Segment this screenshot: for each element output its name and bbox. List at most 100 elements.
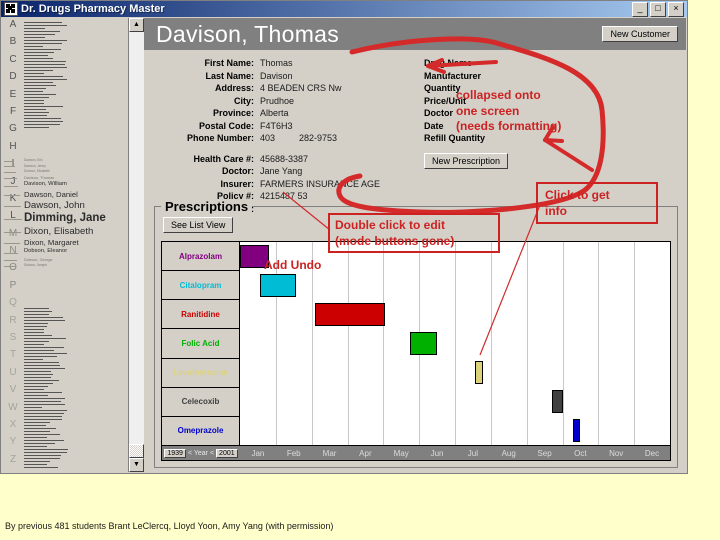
field-value[interactable]: Jane Yang [260, 165, 414, 178]
phone-number[interactable]: 282-9753 [299, 132, 337, 145]
fisheye-compressed-row[interactable] [24, 344, 44, 345]
gantt-bar-omeprazole[interactable] [573, 419, 579, 441]
fisheye-compressed-row[interactable] [24, 452, 67, 453]
vertical-scrollbar[interactable]: ▲ ▼ [128, 18, 144, 472]
field-value[interactable]: Davison [260, 70, 414, 83]
fisheye-compressed-row[interactable] [24, 70, 53, 71]
fisheye-compressed-row[interactable] [24, 350, 54, 351]
field-value[interactable]: 45688-3387 [260, 153, 414, 166]
year-max-box[interactable]: 2001 [216, 449, 238, 458]
fisheye-compressed-row[interactable] [24, 320, 65, 321]
alphabet-letter-g[interactable]: G [2, 124, 24, 141]
fisheye-compressed-row[interactable] [24, 326, 47, 327]
fisheye-compressed-row[interactable] [24, 410, 67, 411]
gantt-category-folic-acid[interactable]: Folic Acid [162, 329, 239, 358]
fisheye-compressed-row[interactable] [24, 94, 56, 95]
gantt-time-axis[interactable]: 1939 < Year < 2001 Jan Feb Mar Apr May Jun Jul… [161, 446, 671, 461]
new-customer-button[interactable]: New Customer [602, 26, 678, 42]
patient-fisheye-list[interactable]: Dimming, Jane Dawson, John Dawson, Daniel D… [24, 18, 128, 472]
fisheye-compressed-row[interactable] [24, 308, 49, 309]
fisheye-compressed-row[interactable] [24, 356, 57, 357]
field-value[interactable]: 4 BEADEN CRS Nw [260, 82, 414, 95]
fisheye-compressed-row[interactable] [24, 109, 46, 110]
scroll-up-button[interactable]: ▲ [129, 18, 144, 32]
list-item[interactable]: Dobson, Elizabeth [24, 170, 50, 173]
fisheye-compressed-row[interactable] [24, 446, 47, 447]
fisheye-compressed-row[interactable] [24, 386, 48, 387]
fisheye-compressed-row[interactable] [24, 97, 49, 98]
list-item[interactable]: Dawson, Jenny [24, 165, 46, 168]
fisheye-compressed-row[interactable] [24, 43, 62, 44]
alphabet-index[interactable]: ABCDEFGHIJKLMNOPQRSTUVWXYZ [2, 18, 24, 472]
fisheye-compressed-row[interactable] [24, 37, 45, 38]
fisheye-compressed-row[interactable] [24, 127, 49, 128]
fisheye-compressed-row[interactable] [24, 359, 43, 360]
see-list-view-button[interactable]: See List View [163, 217, 233, 233]
fisheye-compressed-row[interactable] [24, 395, 48, 396]
fisheye-compressed-row[interactable] [24, 317, 63, 318]
alphabet-letter-q[interactable]: Q [2, 298, 24, 315]
fisheye-compressed-row[interactable] [24, 64, 65, 65]
alphabet-letter-t[interactable]: T [2, 350, 24, 367]
fisheye-compressed-row[interactable] [24, 103, 44, 104]
fisheye-compressed-row[interactable] [24, 380, 59, 381]
prescription-gantt-chart[interactable]: Alprazolam Citalopram Ranitidine Folic Acid… [161, 241, 671, 461]
year-min-box[interactable]: 1939 [164, 449, 186, 458]
alphabet-letter-h[interactable]: H [2, 142, 24, 159]
fisheye-compressed-row[interactable] [24, 404, 65, 405]
alphabet-letter-v[interactable]: V [2, 385, 24, 402]
alphabet-letter-f[interactable]: F [2, 107, 24, 124]
fisheye-compressed-row[interactable] [24, 118, 61, 119]
minimize-button[interactable]: _ [632, 2, 648, 17]
scroll-down-button[interactable]: ▼ [129, 458, 144, 472]
alphabet-letter-e[interactable]: E [2, 90, 24, 107]
gantt-bar-ranitidine[interactable] [315, 303, 385, 325]
fisheye-compressed-row[interactable] [24, 67, 67, 68]
fisheye-compressed-row[interactable] [24, 121, 63, 122]
fisheye-compressed-row[interactable] [24, 368, 65, 369]
field-value[interactable]: 4215487 53 [260, 190, 414, 203]
alphabet-letter-w[interactable]: W [2, 403, 24, 420]
gantt-bar-celecoxib[interactable] [552, 390, 563, 412]
gantt-category-omeprazole[interactable]: Omeprazole [162, 417, 239, 445]
fisheye-compressed-row[interactable] [24, 347, 64, 348]
field-value[interactable]: Alberta [260, 107, 414, 120]
list-item[interactable]: Dixon, Margaret [24, 239, 79, 247]
list-item[interactable]: Dawson, Daniel [24, 191, 78, 199]
title-bar[interactable]: Dr. Drugs Pharmacy Master _ □ × [1, 1, 687, 17]
alphabet-letter-d[interactable]: D [2, 72, 24, 89]
fisheye-compressed-row[interactable] [24, 374, 53, 375]
fisheye-compressed-row[interactable] [24, 416, 62, 417]
fisheye-compressed-row[interactable] [24, 449, 68, 450]
field-value[interactable]: Prudhoe [260, 95, 414, 108]
alphabet-letter-i[interactable]: I [2, 159, 24, 176]
fisheye-compressed-row[interactable] [24, 389, 44, 390]
list-item[interactable]: Dobson, Eleanor [24, 249, 67, 255]
fisheye-compressed-row[interactable] [24, 49, 61, 50]
fisheye-compressed-row[interactable] [24, 398, 65, 399]
alphabet-letter-n[interactable]: N [2, 246, 24, 263]
fisheye-compressed-row[interactable] [24, 401, 61, 402]
fisheye-compressed-row[interactable] [24, 335, 52, 336]
fisheye-compressed-row[interactable] [24, 332, 44, 333]
fisheye-compressed-row[interactable] [24, 25, 67, 26]
fisheye-compressed-row[interactable] [24, 46, 43, 47]
fisheye-compressed-row[interactable] [24, 419, 62, 420]
fisheye-compressed-row[interactable] [24, 40, 67, 41]
gantt-category-ranitidine[interactable]: Ranitidine [162, 300, 239, 329]
fisheye-compressed-row[interactable] [24, 314, 49, 315]
gantt-category-citalopram[interactable]: Citalopram [162, 271, 239, 300]
fisheye-compressed-row[interactable] [24, 371, 51, 372]
fisheye-compressed-row[interactable] [24, 434, 60, 435]
fisheye-compressed-row[interactable] [24, 428, 56, 429]
gantt-category-levothyroxine[interactable]: Levothyroxine [162, 359, 239, 388]
fisheye-compressed-row[interactable] [24, 383, 53, 384]
fisheye-compressed-row[interactable] [24, 425, 46, 426]
fisheye-compressed-row[interactable] [24, 422, 50, 423]
fisheye-compressed-row[interactable] [24, 112, 49, 113]
gantt-category-labels[interactable]: Alprazolam Citalopram Ranitidine Folic Acid… [161, 241, 239, 446]
fisheye-compressed-row[interactable] [24, 311, 52, 312]
list-item[interactable]: Dawson, John [24, 201, 85, 211]
alphabet-letter-b[interactable]: B [2, 37, 24, 54]
gantt-bar-folic-acid[interactable] [410, 332, 437, 354]
